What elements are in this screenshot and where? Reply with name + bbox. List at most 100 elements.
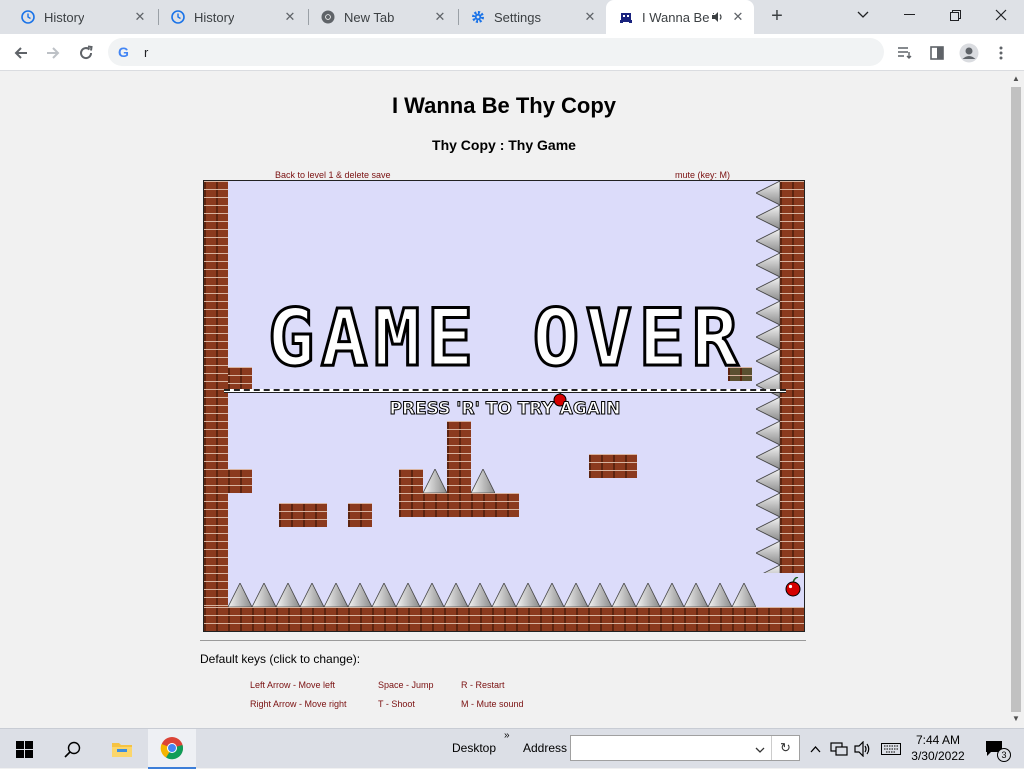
tab-settings[interactable]: Settings ✕ bbox=[458, 0, 606, 34]
profile-avatar-icon[interactable] bbox=[956, 40, 982, 66]
tab-title: New Tab bbox=[344, 9, 395, 25]
tab-i-wanna-be-thy-copy[interactable]: I Wanna Be Thy Copy ✕ bbox=[606, 0, 754, 34]
tab-title: Settings bbox=[494, 9, 541, 25]
key-jump[interactable]: Space - Jump bbox=[378, 680, 434, 690]
google-icon: G bbox=[118, 44, 129, 60]
key-left[interactable]: Left Arrow - Move left bbox=[250, 680, 335, 690]
reading-list-icon[interactable] bbox=[892, 40, 918, 66]
new-tab-button[interactable]: + bbox=[766, 6, 788, 28]
back-to-level-1-link[interactable]: Back to level 1 & delete save bbox=[275, 170, 391, 180]
page-title: I Wanna Be Thy Copy bbox=[391, 93, 617, 118]
network-icon[interactable] bbox=[828, 729, 850, 769]
taskbar-clock[interactable]: 7:44 AM 3/30/2022 bbox=[908, 732, 968, 764]
tab-strip: History ✕ History ✕ New Tab ✕ Settings ✕… bbox=[0, 0, 1024, 34]
spike bbox=[347, 583, 373, 607]
game-over-divider bbox=[224, 389, 786, 393]
speaker-icon[interactable] bbox=[710, 10, 724, 27]
page-content: I Wanna Be Thy Copy Thy Copy : Thy Game … bbox=[0, 71, 1008, 728]
keyboard-icon[interactable] bbox=[878, 729, 904, 769]
tab-history-1[interactable]: History ✕ bbox=[8, 0, 156, 34]
floor-bricks bbox=[204, 607, 804, 631]
spike bbox=[756, 468, 780, 494]
taskbar-address-input[interactable]: ↻ bbox=[570, 735, 800, 761]
spike bbox=[323, 583, 349, 607]
key-restart[interactable]: R - Restart bbox=[461, 680, 505, 690]
spike bbox=[228, 583, 253, 607]
close-icon[interactable]: ✕ bbox=[432, 9, 448, 25]
history-icon bbox=[20, 9, 36, 25]
key-mute[interactable]: M - Mute sound bbox=[461, 699, 524, 709]
tab-title: History bbox=[194, 9, 235, 25]
close-window-button[interactable] bbox=[978, 0, 1024, 30]
key-shoot[interactable]: T - Shoot bbox=[378, 699, 415, 709]
volume-icon[interactable] bbox=[852, 729, 874, 769]
spike bbox=[707, 583, 733, 607]
address-input[interactable] bbox=[144, 44, 844, 60]
tab-title: History bbox=[44, 9, 85, 25]
game-canvas[interactable]: GAME OVER PRESS 'R' TO TRY AGAIN bbox=[203, 180, 805, 632]
notification-count: 3 bbox=[997, 748, 1011, 762]
back-button[interactable] bbox=[8, 40, 34, 66]
spike bbox=[756, 181, 780, 206]
clock-time: 7:44 AM bbox=[915, 733, 961, 747]
windows-taskbar: Desktop » Address ↻ 7:44 AM 3/30/2022 3 bbox=[0, 728, 1024, 769]
vertical-scrollbar[interactable]: ▲ ▼ bbox=[1008, 71, 1024, 728]
game-over-text: GAME OVER bbox=[266, 294, 745, 384]
side-panel-icon[interactable] bbox=[924, 40, 950, 66]
chrome-taskbar-icon[interactable] bbox=[148, 729, 196, 769]
chevron-up-icon[interactable] bbox=[806, 729, 824, 769]
reload-button[interactable] bbox=[73, 40, 99, 66]
spike bbox=[756, 540, 780, 566]
spike bbox=[635, 583, 661, 607]
tab-search-icon[interactable] bbox=[840, 0, 886, 30]
clock-date: 3/30/2022 bbox=[911, 749, 965, 763]
spike bbox=[395, 583, 421, 607]
address-toolbar-label: Address bbox=[523, 741, 568, 755]
spike bbox=[299, 583, 325, 607]
refresh-icon[interactable]: ↻ bbox=[771, 736, 799, 760]
spike bbox=[471, 469, 495, 493]
brick-platform bbox=[399, 493, 519, 517]
brick-platform bbox=[399, 469, 423, 493]
history-icon bbox=[170, 9, 186, 25]
spike bbox=[539, 583, 565, 607]
chevron-down-icon[interactable] bbox=[755, 741, 765, 759]
spike bbox=[756, 420, 780, 446]
tab-new-tab[interactable]: New Tab ✕ bbox=[308, 0, 456, 34]
spike bbox=[275, 583, 301, 607]
spike bbox=[763, 564, 780, 573]
desktop-toolbar-label[interactable]: Desktop bbox=[452, 741, 496, 755]
close-icon[interactable]: ✕ bbox=[582, 9, 598, 25]
spike bbox=[756, 516, 780, 542]
close-icon[interactable]: ✕ bbox=[730, 9, 746, 25]
divider bbox=[200, 640, 806, 641]
close-icon[interactable]: ✕ bbox=[282, 9, 298, 25]
scroll-up-arrow-icon[interactable]: ▲ bbox=[1012, 75, 1020, 83]
scroll-down-arrow-icon[interactable]: ▼ bbox=[1012, 715, 1020, 723]
tab-history-2[interactable]: History ✕ bbox=[158, 0, 306, 34]
chevron-right-icon[interactable]: » bbox=[504, 730, 510, 741]
start-button[interactable] bbox=[0, 729, 48, 769]
spike bbox=[659, 583, 685, 607]
forward-button[interactable] bbox=[40, 40, 66, 66]
minimize-button[interactable] bbox=[886, 0, 932, 30]
scrollbar-thumb[interactable] bbox=[1011, 87, 1021, 712]
spike bbox=[731, 583, 756, 607]
spike bbox=[611, 583, 637, 607]
restore-button[interactable] bbox=[932, 0, 978, 30]
close-icon[interactable]: ✕ bbox=[132, 9, 148, 25]
keys-title: Default keys (click to change): bbox=[200, 652, 361, 666]
floor-spikes bbox=[228, 583, 756, 607]
mute-link[interactable]: mute (key: M) bbox=[675, 170, 730, 180]
address-bar[interactable]: G bbox=[108, 38, 884, 66]
file-explorer-icon[interactable] bbox=[98, 729, 146, 769]
menu-icon[interactable] bbox=[988, 40, 1014, 66]
spike bbox=[756, 444, 780, 470]
spike bbox=[251, 583, 277, 607]
tab-title: I Wanna Be Thy Copy bbox=[642, 9, 714, 25]
press-r-text: PRESS 'R' TO TRY AGAIN bbox=[389, 399, 621, 420]
key-right[interactable]: Right Arrow - Move right bbox=[250, 699, 347, 709]
search-icon[interactable] bbox=[48, 729, 96, 769]
notification-icon[interactable]: 3 bbox=[978, 729, 1012, 769]
spike bbox=[756, 252, 780, 278]
